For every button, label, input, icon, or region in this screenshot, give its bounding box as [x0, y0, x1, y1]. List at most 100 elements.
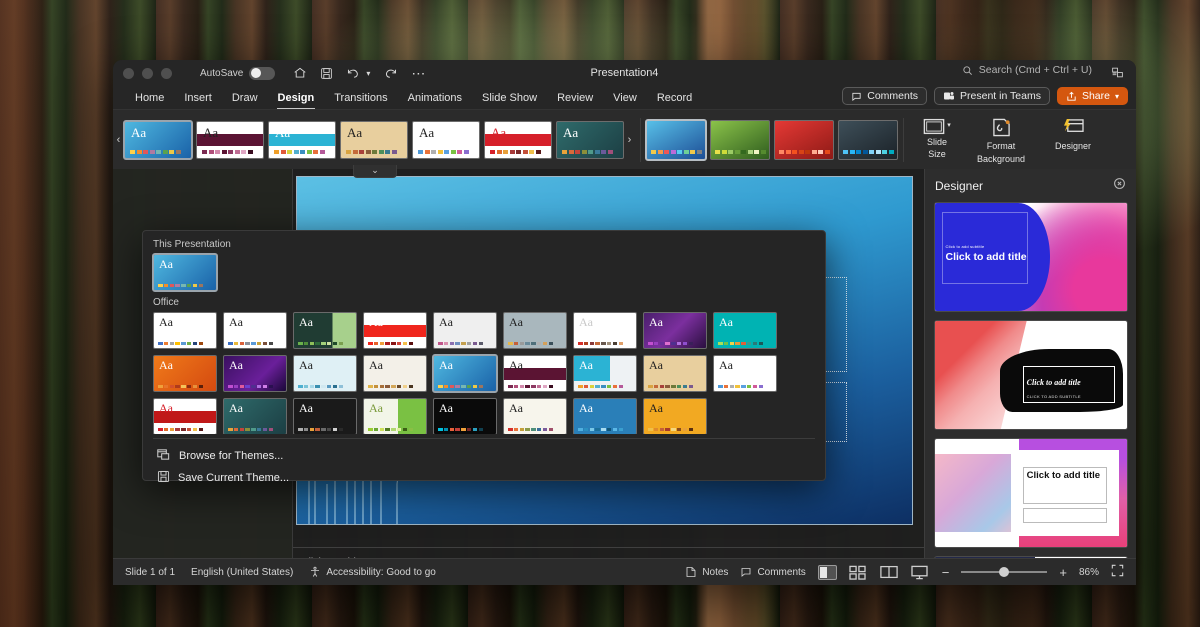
slide-count-label[interactable]: Slide 1 of 1: [125, 567, 175, 578]
themes-scroll-prev-button[interactable]: ‹: [113, 134, 124, 146]
quick-access-toolbar[interactable]: ▾ ⋯: [293, 66, 425, 80]
zoom-slider-handle[interactable]: [999, 567, 1009, 577]
redo-icon[interactable]: [383, 67, 398, 80]
ribbon-variant-blue[interactable]: [646, 120, 706, 160]
slide-sorter-button[interactable]: [849, 565, 868, 580]
dd-current-current-theme-blue[interactable]: Aa: [153, 254, 217, 291]
dd-office-theme-bracket-frame[interactable]: Aa: [363, 355, 427, 392]
autosave-control[interactable]: AutoSave: [200, 67, 275, 80]
autosave-toggle[interactable]: [249, 67, 275, 80]
dd-office-theme-tan-wisp[interactable]: Aa: [643, 355, 707, 392]
tab-design[interactable]: Design: [268, 90, 325, 106]
tab-home[interactable]: Home: [125, 90, 174, 106]
reading-view-button[interactable]: [880, 565, 899, 580]
notes-button[interactable]: Notes: [685, 566, 728, 578]
tab-insert[interactable]: Insert: [174, 90, 222, 106]
browse-for-themes-item[interactable]: Browse for Themes...: [143, 445, 825, 467]
more-commands-icon[interactable]: ⋯: [411, 69, 425, 77]
close-icon[interactable]: [1113, 177, 1126, 195]
tab-view[interactable]: View: [603, 90, 647, 106]
present-in-teams-button[interactable]: Present in Teams: [934, 87, 1050, 105]
themes-more-button[interactable]: ⌄: [353, 165, 397, 178]
dd-office-theme-berry-band[interactable]: Aa: [503, 355, 567, 392]
accessibility-status[interactable]: Accessibility: Good to go: [309, 566, 436, 578]
comments-button[interactable]: Comments: [842, 87, 927, 105]
tab-record[interactable]: Record: [647, 90, 702, 106]
comments-status-button[interactable]: Comments: [740, 566, 805, 578]
dd-office-theme-orange-bold[interactable]: Aa: [153, 355, 217, 392]
design-idea-blue-watercolor[interactable]: Click to add subtitle Click to add title: [935, 203, 1127, 311]
dd-office-theme-green-swoosh[interactable]: Aa: [363, 398, 427, 434]
home-icon[interactable]: [293, 66, 307, 80]
zoom-slider[interactable]: [961, 571, 1047, 573]
office-themes-scroll[interactable]: AaAaAaAaAaAaAaAaAaAaAaAaAaAaAaAaAaAaAaAa…: [143, 312, 825, 434]
dd-office-theme-black-cyan[interactable]: Aa: [433, 398, 497, 434]
themes-scroll-next-button[interactable]: ›: [624, 134, 635, 146]
dd-office-theme-slate-gray[interactable]: Aa: [503, 312, 567, 349]
dd-office-theme-wisp-pattern[interactable]: Aa: [293, 355, 357, 392]
ribbon-display-options-icon[interactable]: [1111, 66, 1124, 84]
ribbon-theme-office-theme-blue[interactable]: Aa: [124, 121, 192, 159]
share-button[interactable]: Share ▾: [1057, 87, 1128, 105]
zoom-level-label[interactable]: 86%: [1079, 567, 1099, 578]
office-themes-grid[interactable]: AaAaAaAaAaAaAaAaAaAaAaAaAaAaAaAaAaAaAaAa…: [143, 312, 825, 434]
dd-office-theme-teal-flat[interactable]: Aa: [713, 312, 777, 349]
normal-view-button[interactable]: [818, 565, 837, 580]
save-icon[interactable]: [320, 67, 333, 80]
ribbon-theme-theme-red-headline[interactable]: Aa: [484, 121, 552, 159]
dd-office-theme-ivory[interactable]: Aa: [503, 398, 567, 434]
dd-office-theme-blue-diamond[interactable]: Aa: [573, 398, 637, 434]
ribbon-theme-theme-berry[interactable]: Aa: [196, 121, 264, 159]
dd-office-theme-green-dark[interactable]: Aa: [293, 312, 357, 349]
search-input[interactable]: Search (Cmd + Ctrl + U): [962, 64, 1092, 76]
tab-transitions[interactable]: Transitions: [324, 90, 397, 106]
dd-office-theme-blue-gradient[interactable]: Aa: [433, 355, 497, 392]
dd-office-theme-white-clean[interactable]: Aa: [713, 355, 777, 392]
design-idea-pink-gradient[interactable]: Click to add title: [935, 439, 1127, 547]
undo-chevron-down-icon[interactable]: ▾: [366, 69, 370, 78]
format-background-button[interactable]: Format Background: [965, 114, 1037, 166]
chevron-down-icon[interactable]: ▾: [1115, 92, 1119, 101]
dd-office-theme-red-serif[interactable]: Aa: [153, 398, 217, 434]
dd-office-office-theme[interactable]: Aa: [153, 312, 217, 349]
maximize-window-button[interactable]: [161, 68, 172, 79]
language-label[interactable]: English (United States): [191, 567, 293, 578]
dd-office-theme-gallery[interactable]: Aa: [223, 312, 287, 349]
dd-office-theme-black-dark[interactable]: Aa: [293, 398, 357, 434]
fit-to-window-icon[interactable]: [1111, 564, 1124, 580]
dd-office-theme-teal-green-dark[interactable]: Aa: [223, 398, 287, 434]
themes-gallery[interactable]: AaAaAaAaAaAaAa: [124, 121, 624, 159]
designer-button[interactable]: Designer: [1037, 114, 1109, 166]
save-current-theme-item[interactable]: Save Current Theme...: [143, 467, 825, 489]
dd-office-theme-gray-soft[interactable]: Aa: [433, 312, 497, 349]
themes-dropdown-panel[interactable]: This Presentation Aa Office AaAaAaAaAaAa…: [142, 230, 826, 481]
close-window-button[interactable]: [123, 68, 134, 79]
ribbon-theme-theme-cyan-panel[interactable]: Aa: [268, 121, 336, 159]
tab-animations[interactable]: Animations: [398, 90, 472, 106]
ribbon-theme-theme-teal-dark[interactable]: Aa: [556, 121, 624, 159]
undo-icon[interactable]: [346, 67, 362, 80]
zoom-in-button[interactable]: +: [1059, 565, 1067, 580]
slideshow-button[interactable]: [911, 565, 930, 580]
tab-review[interactable]: Review: [547, 90, 603, 106]
tab-draw[interactable]: Draw: [222, 90, 268, 106]
ribbon-variant-dark-slate[interactable]: [838, 120, 898, 160]
dd-office-theme-violet-dark[interactable]: Aa: [223, 355, 287, 392]
this-presentation-themes[interactable]: Aa: [143, 254, 825, 291]
zoom-out-button[interactable]: −: [942, 565, 950, 580]
ribbon-theme-theme-wisp-tan[interactable]: Aa: [340, 121, 408, 159]
dd-office-theme-red-block[interactable]: Aa: [363, 312, 427, 349]
ribbon-theme-theme-white-plain[interactable]: Aa: [412, 121, 480, 159]
dd-office-theme-faded-serif[interactable]: Aa: [573, 312, 637, 349]
dd-office-theme-cyan-block[interactable]: Aa: [573, 355, 637, 392]
design-idea-red-brush[interactable]: Click to add title CLICK TO ADD SUBTITLE: [935, 321, 1127, 429]
ribbon-variant-green[interactable]: [710, 120, 770, 160]
dd-office-theme-purple-gradient[interactable]: Aa: [643, 312, 707, 349]
dd-office-theme-orange-circle[interactable]: Aa: [643, 398, 707, 434]
ribbon-variant-red[interactable]: [774, 120, 834, 160]
variants-gallery[interactable]: [646, 120, 898, 160]
slide-size-button[interactable]: ▾ Slide Size: [909, 114, 965, 166]
chevron-down-icon[interactable]: ▾: [947, 122, 951, 130]
window-controls[interactable]: [123, 68, 172, 79]
tab-slide-show[interactable]: Slide Show: [472, 90, 547, 106]
